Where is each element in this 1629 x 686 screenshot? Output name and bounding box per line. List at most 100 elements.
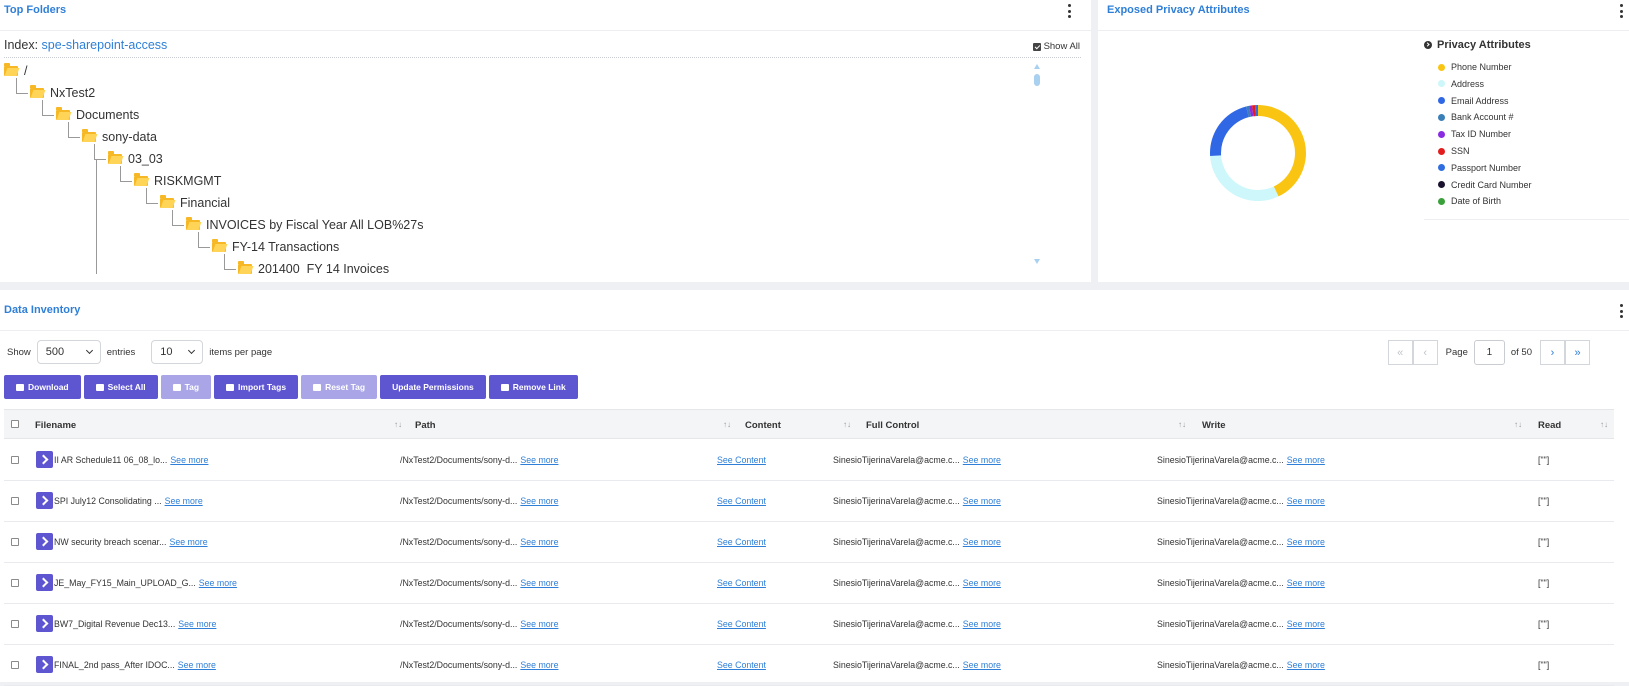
see-more-link[interactable]: See more [520,619,558,629]
reset-tag-button[interactable]: Reset Tag [301,375,378,399]
entries-select[interactable]: 500 [36,340,101,364]
see-more-link[interactable]: See more [165,496,203,506]
per-page-select[interactable]: 10 [151,340,204,364]
see-more-link[interactable]: See more [520,496,558,506]
download-button[interactable]: Download [4,375,81,399]
donut-slice[interactable] [1258,105,1306,197]
row-checkbox[interactable] [11,497,19,505]
legend-item[interactable]: Credit Card Number [1438,180,1532,190]
import-tags-button[interactable]: Import Tags [214,375,299,399]
update-permissions-button[interactable]: Update Permissions [380,375,486,399]
see-more-link[interactable]: See more [1287,496,1325,506]
row-checkbox[interactable] [11,456,19,464]
table-row[interactable]: BW7_Digital Revenue Dec13... See more/NxT… [4,604,1614,645]
see-more-link[interactable]: See more [170,455,208,465]
col-full-control[interactable]: Full Control [866,420,919,431]
legend-item[interactable]: Bank Account # [1438,112,1514,122]
row-checkbox[interactable] [11,579,19,587]
see-more-link[interactable]: See more [963,619,1001,629]
tree-node[interactable]: FY-14 Transactions [212,239,339,254]
tag-button[interactable]: Tag [160,375,212,399]
first-page-button[interactable]: « [1387,340,1413,365]
see-more-link[interactable]: See more [169,537,207,547]
scroll-thumb[interactable] [1034,74,1040,86]
table-row[interactable]: II AR Schedule11 06_08_lo... See more/NxT… [4,440,1614,481]
select-all-button[interactable]: Select All [83,375,158,399]
expand-row-icon[interactable] [36,574,53,591]
col-path[interactable]: Path [415,420,436,431]
col-content[interactable]: Content [745,420,781,431]
show-all-toggle[interactable]: Show All [1032,41,1080,52]
table-row[interactable]: SPI July12 Consolidating ... See more/NxT… [4,481,1614,522]
legend-item[interactable]: Date of Birth [1438,196,1501,206]
expand-row-icon[interactable] [36,492,53,509]
legend-item[interactable]: Passport Number [1438,163,1521,173]
row-checkbox[interactable] [11,538,19,546]
see-content-link[interactable]: See Content [717,578,766,588]
expand-row-icon[interactable] [36,451,53,468]
expand-row-icon[interactable] [36,656,53,673]
tree-scrollbar[interactable] [1034,64,1040,264]
tree-node[interactable]: sony-data [82,129,157,144]
donut-slice[interactable] [1210,155,1279,201]
top-folders-menu-icon[interactable] [1067,4,1071,18]
show-all-checkbox[interactable] [1032,42,1041,51]
prev-page-button[interactable]: ‹ [1412,340,1438,365]
legend-item[interactable]: SSN [1438,146,1470,156]
see-more-link[interactable]: See more [963,660,1001,670]
privacy-menu-icon[interactable] [1619,4,1623,18]
inventory-menu-icon[interactable] [1619,304,1623,318]
see-more-link[interactable]: See more [1287,537,1325,547]
collapse-icon[interactable] [1424,41,1432,49]
table-row[interactable]: JE_May_FY15_Main_UPLOAD_G... See more/NxT… [4,563,1614,604]
see-more-link[interactable]: See more [520,578,558,588]
col-filename[interactable]: Filename [35,420,76,431]
col-read[interactable]: Read [1538,420,1561,431]
legend-item[interactable]: Phone Number [1438,62,1512,72]
see-more-link[interactable]: See more [520,455,558,465]
index-value[interactable]: spe-sharepoint-access [42,38,168,52]
see-more-link[interactable]: See more [1287,578,1325,588]
tree-node[interactable]: Financial [160,195,230,210]
see-content-link[interactable]: See Content [717,496,766,506]
legend-item[interactable]: Tax ID Number [1438,129,1511,139]
table-row[interactable]: NW security breach scenar... See more/NxT… [4,522,1614,563]
see-more-link[interactable]: See more [963,537,1001,547]
sort-icon[interactable]: ↑↓ [723,420,731,429]
see-content-link[interactable]: See Content [717,619,766,629]
tree-node[interactable]: RISKMGMT [134,173,221,188]
scroll-down-icon[interactable] [1034,259,1040,264]
sort-icon[interactable]: ↑↓ [1600,420,1608,429]
row-checkbox[interactable] [11,620,19,628]
see-content-link[interactable]: See Content [717,537,766,547]
last-page-button[interactable]: » [1565,340,1590,365]
table-row[interactable]: FINAL_2nd pass_After IDOC... See more/NxT… [4,645,1614,686]
privacy-legend-title[interactable]: Privacy Attributes [1424,39,1531,51]
tree-node[interactable]: NxTest2 [30,85,95,100]
see-content-link[interactable]: See Content [717,660,766,670]
see-more-link[interactable]: See more [199,578,237,588]
tree-node[interactable]: Documents [56,107,139,122]
see-more-link[interactable]: See more [520,660,558,670]
select-all-checkbox[interactable] [11,420,19,428]
sort-icon[interactable]: ↑↓ [1178,420,1186,429]
donut-slice[interactable] [1210,106,1249,157]
sort-icon[interactable]: ↑↓ [843,420,851,429]
see-more-link[interactable]: See more [963,496,1001,506]
scroll-up-icon[interactable] [1034,64,1040,69]
see-content-link[interactable]: See Content [717,455,766,465]
legend-item[interactable]: Email Address [1438,96,1509,106]
see-more-link[interactable]: See more [1287,455,1325,465]
see-more-link[interactable]: See more [1287,660,1325,670]
sort-icon[interactable]: ↑↓ [1514,420,1522,429]
col-write[interactable]: Write [1202,420,1226,431]
next-page-button[interactable]: › [1540,340,1565,365]
tree-node[interactable]: 201400_FY 14 Invoices [238,261,389,274]
see-more-link[interactable]: See more [1287,619,1325,629]
legend-item[interactable]: Address [1438,79,1484,89]
see-more-link[interactable]: See more [178,660,216,670]
expand-row-icon[interactable] [36,615,53,632]
page-input[interactable]: 1 [1473,340,1505,365]
see-more-link[interactable]: See more [963,578,1001,588]
see-more-link[interactable]: See more [963,455,1001,465]
